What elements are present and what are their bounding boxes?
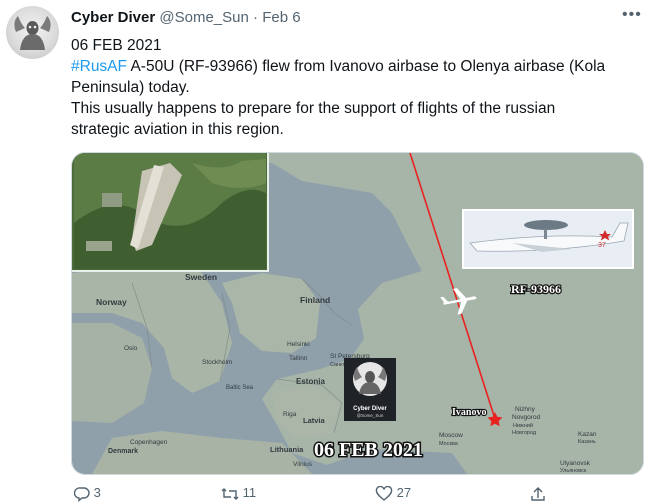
retweet-icon xyxy=(221,487,239,500)
map-label-baltic-sea: Baltic Sea xyxy=(226,385,254,391)
tweet: Cyber Diver @Some_Sun · Feb 6 ••• 06 FEB… xyxy=(0,0,653,502)
heart-icon xyxy=(375,485,393,501)
tweet-text-line-1-rest: A-50U (RF-93966) flew from Ivanovo airba… xyxy=(127,58,606,75)
map-label-kazan: Kazan xyxy=(578,431,597,438)
map-label-ulyanovsk: Ulyanovsk xyxy=(560,460,591,467)
map-label-moscow-ru: Москва xyxy=(439,441,459,447)
tweet-text-line-3: This usually happens to prepare for the … xyxy=(71,100,556,117)
tweet-text-line-2: Peninsula) today. xyxy=(71,79,190,96)
map-label-tallinn: Tallinn xyxy=(289,355,308,362)
author-handle[interactable]: @Some_Sun xyxy=(159,9,248,26)
map-label-denmark: Denmark xyxy=(108,448,138,455)
map-label-norway: Norway xyxy=(96,297,127,307)
map-label-sweden: Sweden xyxy=(185,272,217,282)
share-button[interactable] xyxy=(530,485,546,502)
tweet-header: Cyber Diver @Some_Sun · Feb 6 xyxy=(71,9,301,26)
header-separator: · xyxy=(253,9,259,26)
share-icon xyxy=(531,486,545,501)
map-label-latvia: Latvia xyxy=(303,416,326,425)
ivanovo-label: Ivanovo xyxy=(452,407,486,418)
tweet-media-image[interactable]: 37 Sweden Norway Finland Oslo Stockholm … xyxy=(71,152,644,475)
watermark-logo: Cyber Diver @Some_Sun xyxy=(344,358,396,421)
tweet-text-line-4: strategic aviation in this region. xyxy=(71,121,284,138)
aircraft-photo: 37 xyxy=(462,209,634,269)
map-label-oslo: Oslo xyxy=(124,345,138,352)
hashtag-link[interactable]: #RusAF xyxy=(71,58,127,75)
map-label-stockholm: Stockholm xyxy=(202,359,232,366)
map-label-nizhny: Nizhny xyxy=(515,406,536,413)
reply-icon xyxy=(73,486,90,502)
map-label-estonia: Estonia xyxy=(296,377,325,386)
map-label-finland: Finland xyxy=(300,295,330,305)
avatar[interactable] xyxy=(6,6,59,59)
map-label-moscow: Moscow xyxy=(439,432,463,439)
map-label-novgorod: Novgorod xyxy=(512,414,541,421)
map-label-helsinki: Helsinki xyxy=(287,341,310,348)
more-options-icon[interactable]: ••• xyxy=(622,6,642,24)
map-label-riga: Riga xyxy=(283,411,297,418)
map-label-lithuania: Lithuania xyxy=(270,445,304,454)
tweet-text-line-1: #RusAF A-50U (RF-93966) flew from Ivanov… xyxy=(71,56,605,77)
reply-button[interactable]: 3 xyxy=(73,485,101,502)
tweet-date-line: 06 FEB 2021 xyxy=(71,37,162,54)
map-label-nizhny-ru: Нижний xyxy=(513,422,533,429)
map-label-novgorod-ru: Новгород xyxy=(512,430,537,436)
tweet-actions: 3 11 27 xyxy=(0,478,653,502)
map-label-kazan-ru: Казань xyxy=(578,439,596,445)
aircraft-registration-label: RF-93966 xyxy=(511,282,561,296)
svg-text:37: 37 xyxy=(598,242,606,249)
author-name[interactable]: Cyber Diver xyxy=(71,9,155,26)
retweet-button[interactable]: 11 xyxy=(221,485,256,502)
like-button[interactable]: 27 xyxy=(375,485,411,502)
satellite-inset xyxy=(72,153,269,272)
map-label-copenhagen: Copenhagen xyxy=(130,439,168,446)
route-map: 37 Sweden Norway Finland Oslo Stockholm … xyxy=(72,153,643,474)
date-banner: 06 FEB 2021 xyxy=(314,439,423,461)
watermark-name: Cyber Diver xyxy=(353,406,387,412)
watermark-handle: @Some_Sun xyxy=(357,413,384,418)
tweet-date[interactable]: Feb 6 xyxy=(262,9,300,26)
diver-logo-icon xyxy=(14,16,51,50)
map-label-ulyanovsk-ru: Ульяновск xyxy=(560,468,587,474)
map-label-vilnius: Vilnius xyxy=(293,461,313,468)
